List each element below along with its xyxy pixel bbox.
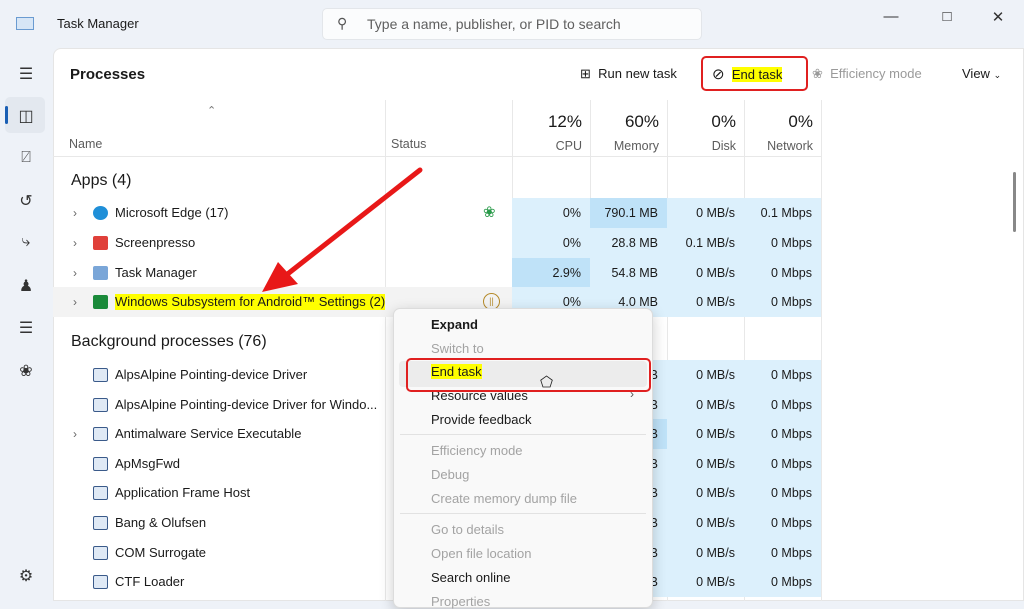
menu-debug[interactable]: Debug (431, 467, 469, 482)
menu-efficiency-mode[interactable]: Efficiency mode (431, 443, 523, 458)
mouse-cursor-icon: ⬠ (540, 374, 554, 391)
menu-go-to-details[interactable]: Go to details (431, 522, 504, 537)
end-task-menu-highlight-box (406, 358, 651, 392)
context-menu: Expand Switch to End task Resource value… (393, 308, 653, 609)
menu-create-dump[interactable]: Create memory dump file (431, 491, 577, 506)
menu-properties[interactable]: Properties (431, 594, 490, 609)
menu-expand[interactable]: Expand (431, 317, 478, 332)
menu-provide-feedback[interactable]: Provide feedback (431, 412, 531, 427)
menu-separator (400, 434, 646, 435)
menu-open-file-location[interactable]: Open file location (431, 546, 531, 561)
menu-separator (400, 513, 646, 514)
menu-search-online[interactable]: Search online (431, 570, 511, 585)
menu-switch-to[interactable]: Switch to (431, 341, 484, 356)
